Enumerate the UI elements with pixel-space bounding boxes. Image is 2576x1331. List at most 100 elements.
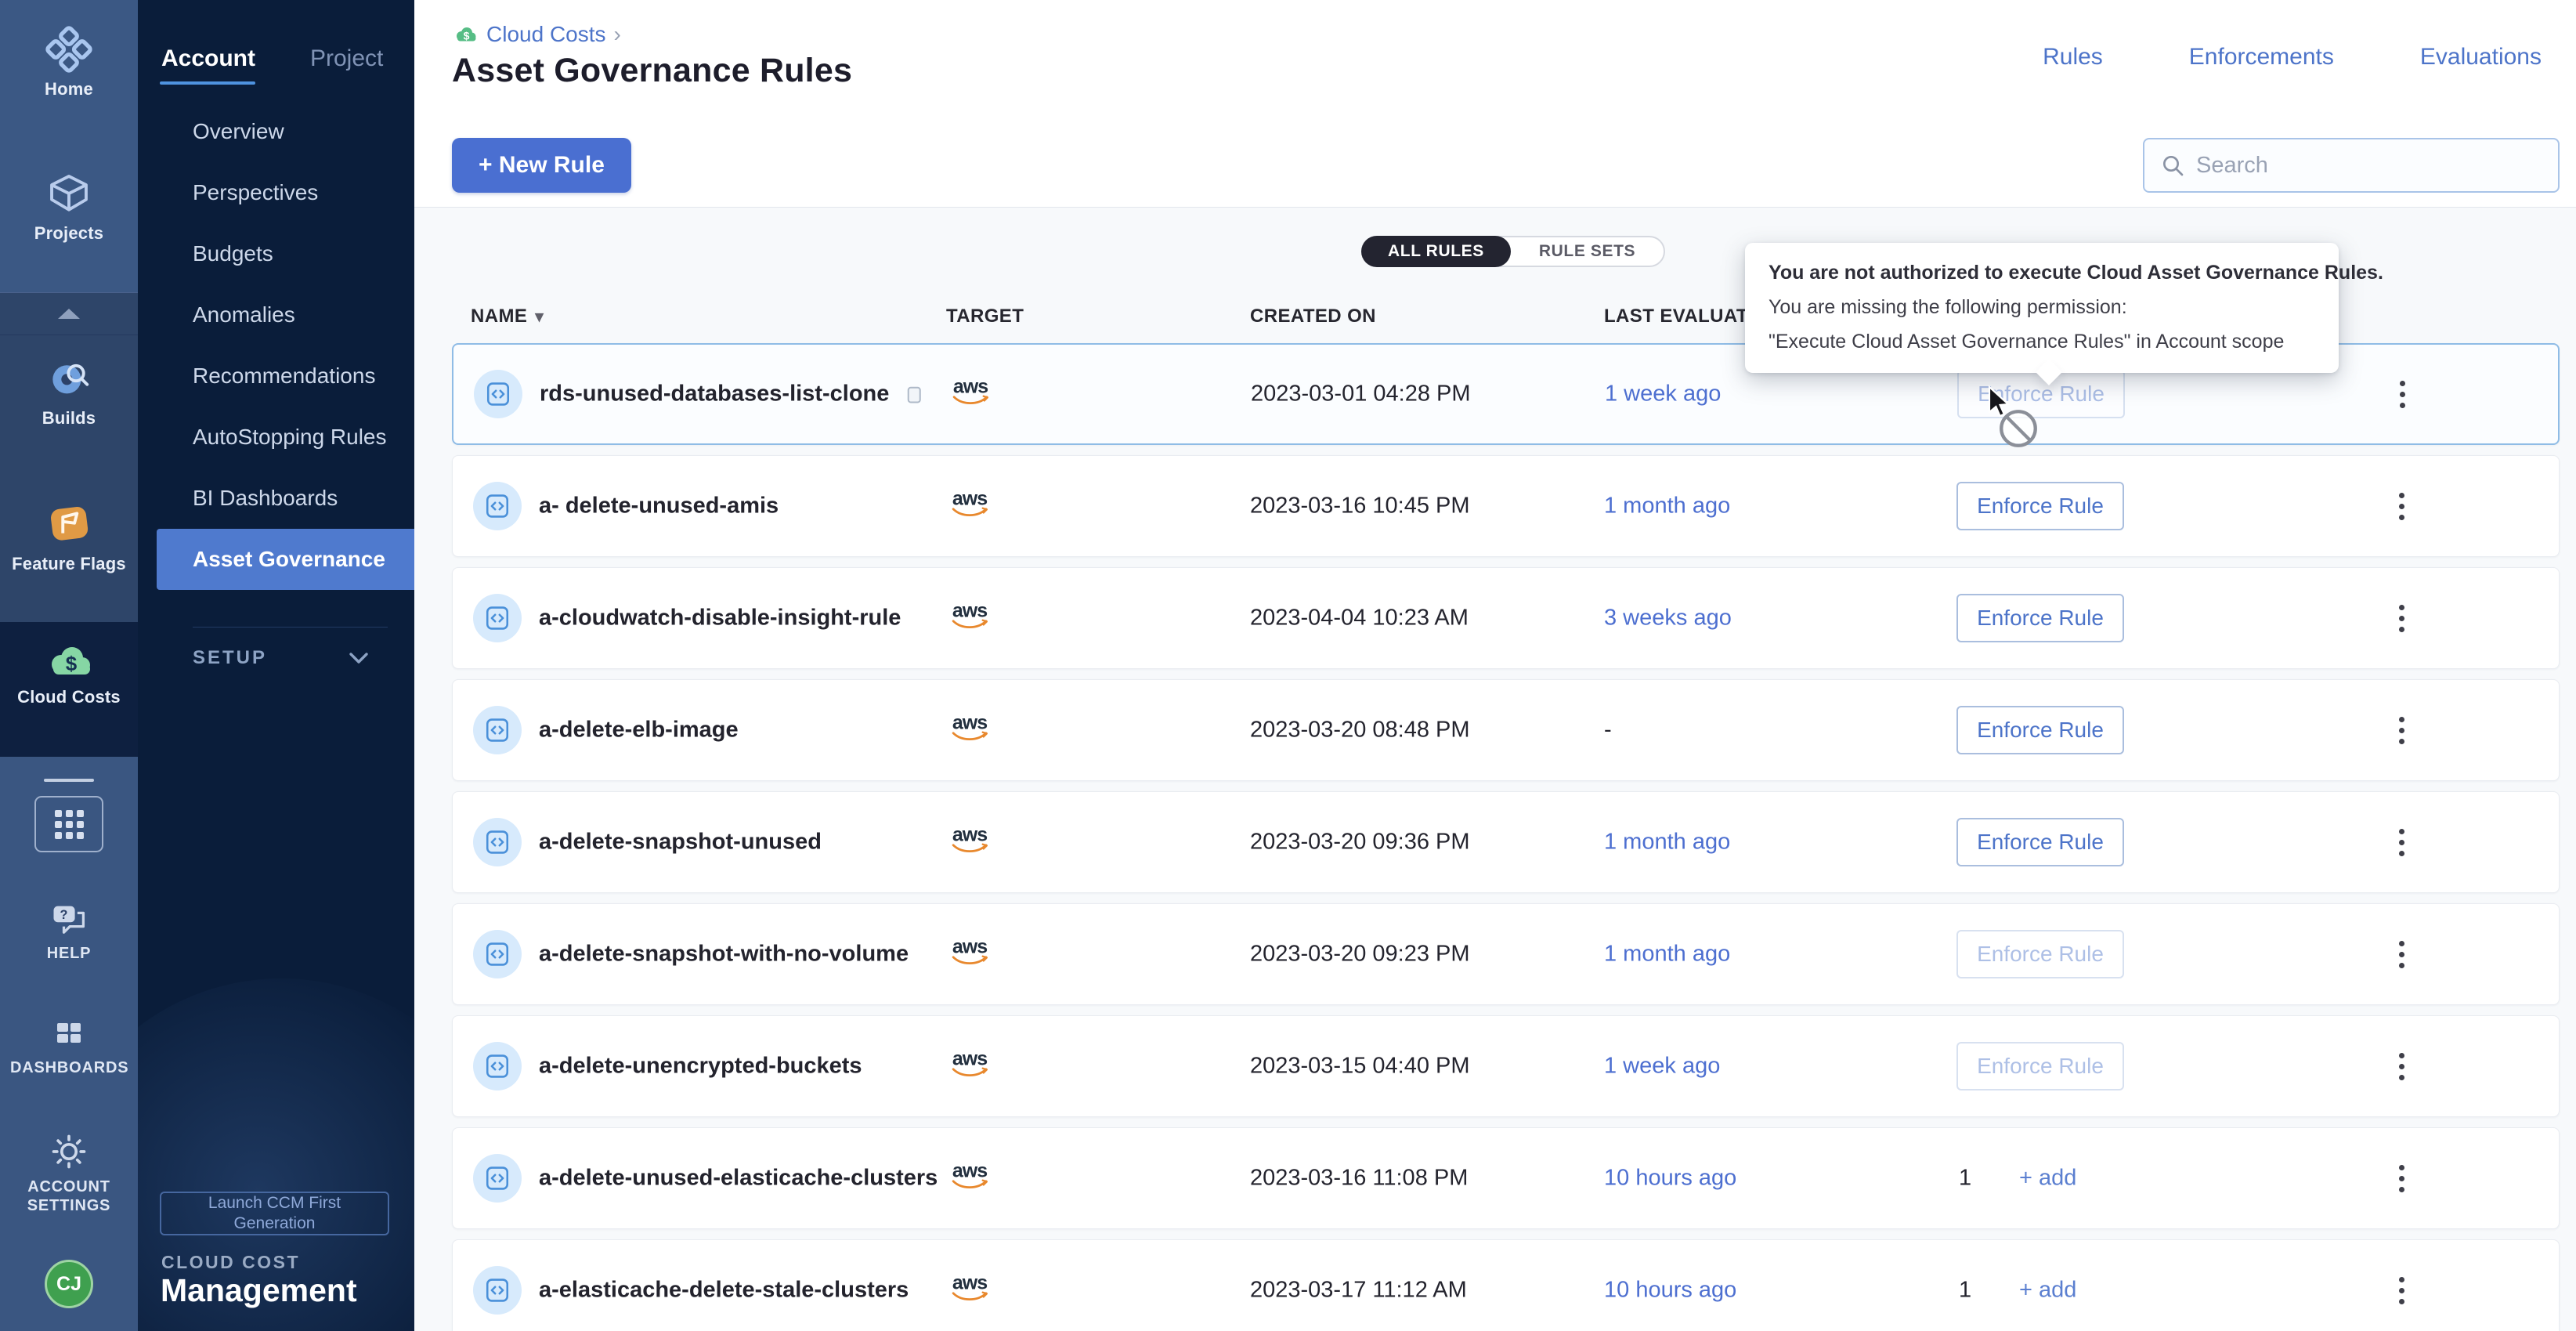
- nav-item-recommendations[interactable]: Recommendations: [138, 345, 414, 407]
- link-rules[interactable]: Rules: [2043, 44, 2103, 71]
- enforce-rule-button[interactable]: Enforce Rule: [1956, 1042, 2124, 1090]
- column-header-target: TARGET: [946, 306, 1024, 327]
- created-on-value: 2023-03-20 09:36 PM: [1250, 830, 1470, 855]
- rule-name[interactable]: a- delete-unused-amis: [539, 494, 779, 519]
- add-enforcement-link[interactable]: + add: [2019, 1166, 2076, 1192]
- row-menu-kebab-icon[interactable]: [2386, 1043, 2417, 1090]
- sidebar-item-cloud-costs[interactable]: $ Cloud Costs: [0, 641, 138, 707]
- search-icon: [2160, 153, 2185, 178]
- cloud-costs-mini-icon: $: [452, 24, 479, 45]
- table-row[interactable]: a-delete-unencrypted-bucketsaws2023-03-1…: [452, 1015, 2560, 1117]
- nav-item-autostopping-rules[interactable]: AutoStopping Rules: [138, 407, 414, 468]
- rule-name[interactable]: rds-unused-databases-list-clone: [540, 382, 889, 407]
- user-avatar[interactable]: CJ: [45, 1260, 93, 1308]
- row-menu-kebab-icon[interactable]: [2386, 1267, 2417, 1314]
- new-rule-button[interactable]: + New Rule: [452, 138, 631, 193]
- breadcrumb-cloud-costs-link[interactable]: Cloud Costs: [486, 22, 606, 47]
- enforce-rule-button[interactable]: Enforce Rule: [1956, 594, 2124, 642]
- nav-item-anomalies[interactable]: Anomalies: [138, 284, 414, 345]
- table-row[interactable]: a-cloudwatch-disable-insight-ruleaws2023…: [452, 567, 2560, 669]
- last-evaluated-value[interactable]: 1 month ago: [1604, 942, 1730, 968]
- collapse-up-icon[interactable]: [58, 309, 80, 319]
- launch-ccm-first-gen-button[interactable]: Launch CCM First Generation: [160, 1192, 389, 1235]
- toggle-all-rules[interactable]: ALL RULES: [1361, 236, 1511, 267]
- row-menu-kebab-icon[interactable]: [2386, 1155, 2417, 1202]
- rule-name[interactable]: a-cloudwatch-disable-insight-rule: [539, 606, 901, 631]
- last-evaluated-value[interactable]: 1 week ago: [1605, 382, 1721, 407]
- copy-icon[interactable]: [901, 382, 925, 406]
- setup-section-toggle[interactable]: SETUP: [138, 641, 414, 675]
- add-enforcement-link[interactable]: + add: [2019, 1278, 2076, 1304]
- nav-divider: [193, 627, 388, 628]
- cloud-costs-nav-panel: Account Project OverviewPerspectivesBudg…: [138, 0, 414, 1331]
- last-evaluated-value[interactable]: 1 week ago: [1604, 1054, 1720, 1080]
- row-menu-kebab-icon[interactable]: [2386, 819, 2417, 866]
- tooltip-line: "Execute Cloud Asset Governance Rules" i…: [1769, 324, 2315, 359]
- nav-item-budgets[interactable]: Budgets: [138, 223, 414, 284]
- last-evaluated-value[interactable]: 10 hours ago: [1604, 1278, 1736, 1304]
- nav-item-asset-governance[interactable]: Asset Governance: [157, 529, 414, 590]
- row-menu-kebab-icon[interactable]: [2386, 707, 2417, 754]
- row-menu-kebab-icon[interactable]: [2386, 595, 2417, 642]
- nav-item-overview[interactable]: Overview: [138, 101, 414, 162]
- main-content: $ Cloud Costs › Asset Governance Rules R…: [414, 0, 2576, 1331]
- last-evaluated-value[interactable]: 10 hours ago: [1604, 1166, 1736, 1192]
- table-row[interactable]: a-delete-elb-image aws 2023-03-20 08:48 PM…: [452, 679, 2560, 781]
- link-enforcements[interactable]: Enforcements: [2189, 44, 2334, 71]
- table-row[interactable]: a-delete-unused-elasticache-clustersaws2…: [452, 1127, 2560, 1229]
- sidebar-item-account-settings[interactable]: ACCOUNT SETTINGS: [0, 1131, 138, 1215]
- table-row[interactable]: a-elasticache-delete-stale-clustersaws20…: [452, 1239, 2560, 1331]
- rule-name[interactable]: a-delete-snapshot-with-no-volume: [539, 942, 909, 968]
- breadcrumb: $ Cloud Costs ›: [452, 22, 621, 47]
- created-on-value: 2023-04-04 10:23 AM: [1250, 606, 1469, 631]
- nav-item-bi-dashboards[interactable]: BI Dashboards: [138, 468, 414, 529]
- table-row[interactable]: a-delete-snapshot-unusedaws2023-03-20 09…: [452, 791, 2560, 893]
- last-evaluated-value[interactable]: 1 month ago: [1604, 494, 1730, 519]
- gear-icon: [49, 1131, 89, 1172]
- sidebar-item-feature-flags[interactable]: Feature Flags: [0, 500, 138, 574]
- link-evaluations[interactable]: Evaluations: [2420, 44, 2542, 71]
- module-picker-button[interactable]: [34, 796, 103, 852]
- sidebar-item-help[interactable]: ? HELP: [0, 901, 138, 963]
- sidebar-item-projects[interactable]: Projects: [0, 169, 138, 244]
- row-menu-kebab-icon[interactable]: [2386, 483, 2417, 530]
- aws-target-icon: aws: [945, 1050, 995, 1083]
- search-input[interactable]: [2196, 153, 2542, 179]
- last-evaluated-value[interactable]: 3 weeks ago: [1604, 606, 1732, 631]
- page-title: Asset Governance Rules: [452, 52, 852, 90]
- row-menu-kebab-icon[interactable]: [2386, 931, 2417, 978]
- created-on-value: 2023-03-20 09:23 PM: [1250, 942, 1470, 968]
- sidebar-item-dashboards[interactable]: DASHBOARDS: [0, 1015, 138, 1077]
- rule-name[interactable]: a-delete-unused-elasticache-clusters: [539, 1166, 938, 1192]
- enforce-rule-button[interactable]: Enforce Rule: [1956, 930, 2124, 978]
- rule-name[interactable]: a-delete-elb-image: [539, 718, 739, 743]
- rule-name[interactable]: a-delete-unencrypted-buckets: [539, 1054, 862, 1080]
- toggle-rule-sets[interactable]: RULE SETS: [1511, 237, 1664, 266]
- product-eyebrow: CLOUD COST: [161, 1252, 300, 1273]
- created-on-value: 2023-03-20 08:48 PM: [1250, 718, 1470, 743]
- builds-icon: [45, 354, 93, 403]
- rule-name[interactable]: a-delete-snapshot-unused: [539, 830, 822, 855]
- tab-project-scope[interactable]: Project: [310, 45, 383, 72]
- sidebar-item-builds[interactable]: Builds: [0, 354, 138, 429]
- row-menu-kebab-icon[interactable]: [2386, 371, 2418, 418]
- product-name: Management: [161, 1272, 357, 1309]
- table-row[interactable]: a-delete-snapshot-with-no-volumeaws2023-…: [452, 903, 2560, 1005]
- enforce-rule-button[interactable]: Enforce Rule: [1956, 706, 2124, 754]
- dashboards-icon: [49, 1015, 89, 1053]
- flag-icon: [45, 500, 93, 548]
- rail-collapse-band[interactable]: [0, 292, 138, 335]
- column-header-name[interactable]: NAME▾: [471, 306, 544, 327]
- table-row[interactable]: a- delete-unused-amisaws2023-03-16 10:45…: [452, 455, 2560, 557]
- aws-target-icon: aws: [945, 714, 995, 747]
- tab-account-scope[interactable]: Account: [161, 45, 255, 72]
- enforce-rule-button[interactable]: Enforce Rule: [1956, 818, 2124, 866]
- header-nav-links: Rules Enforcements Evaluations: [2043, 44, 2542, 71]
- rule-type-icon: [473, 1154, 522, 1203]
- nav-item-perspectives[interactable]: Perspectives: [138, 162, 414, 223]
- last-evaluated-value[interactable]: 1 month ago: [1604, 830, 1730, 855]
- chevron-down-icon: [349, 652, 369, 664]
- enforce-rule-button[interactable]: Enforce Rule: [1956, 482, 2124, 530]
- sidebar-item-home[interactable]: Home: [0, 25, 138, 99]
- rule-name[interactable]: a-elasticache-delete-stale-clusters: [539, 1278, 909, 1304]
